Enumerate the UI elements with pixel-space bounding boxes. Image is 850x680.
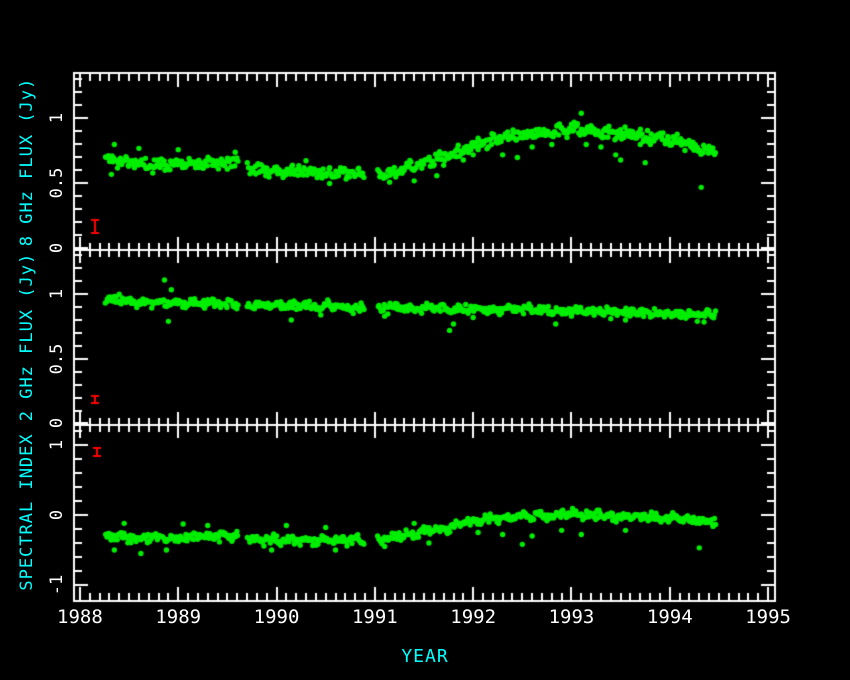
plot-page: 1145-071 8 GHz FLUX (Jy) 2 GHz FLUX (Jy)… (0, 0, 850, 680)
x-tick-label-1989: 1989 (138, 606, 218, 628)
y-tick-label-panel2-0.5: 0.5 (47, 343, 67, 374)
y-tick-label-panel2-1: 1 (47, 289, 67, 299)
y-tick-label-panel2-0: 0 (47, 418, 67, 428)
y-tick-label-panel1-0: 0 (47, 243, 67, 253)
x-tick-label-1995: 1995 (728, 606, 808, 628)
x-tick-label-1991: 1991 (335, 606, 415, 628)
y-tick-label-panel3-1: 1 (47, 440, 67, 450)
x-tick-label-1990: 1990 (237, 606, 317, 628)
y-axis-label-2ghz: 2 GHz FLUX (Jy) (17, 253, 37, 422)
x-tick-label-1994: 1994 (630, 606, 710, 628)
chart-canvas (0, 0, 850, 680)
x-axis-label: YEAR (0, 646, 850, 667)
y-tick-label-panel3-0: 0 (47, 510, 67, 520)
y-axis-label-8ghz: 8 GHz FLUX (Jy) (17, 78, 37, 247)
x-tick-label-1992: 1992 (433, 606, 513, 628)
y-tick-label-panel3--1: -1 (47, 575, 67, 595)
y-tick-label-panel1-0.5: 0.5 (47, 168, 67, 199)
x-tick-label-1993: 1993 (531, 606, 611, 628)
y-tick-label-panel1-1: 1 (47, 113, 67, 123)
x-tick-label-1988: 1988 (40, 606, 120, 628)
figure: 8 GHz FLUX (Jy) 2 GHz FLUX (Jy) SPECTRAL… (0, 0, 850, 680)
y-axis-label-spectral-index: SPECTRAL INDEX (17, 433, 37, 590)
